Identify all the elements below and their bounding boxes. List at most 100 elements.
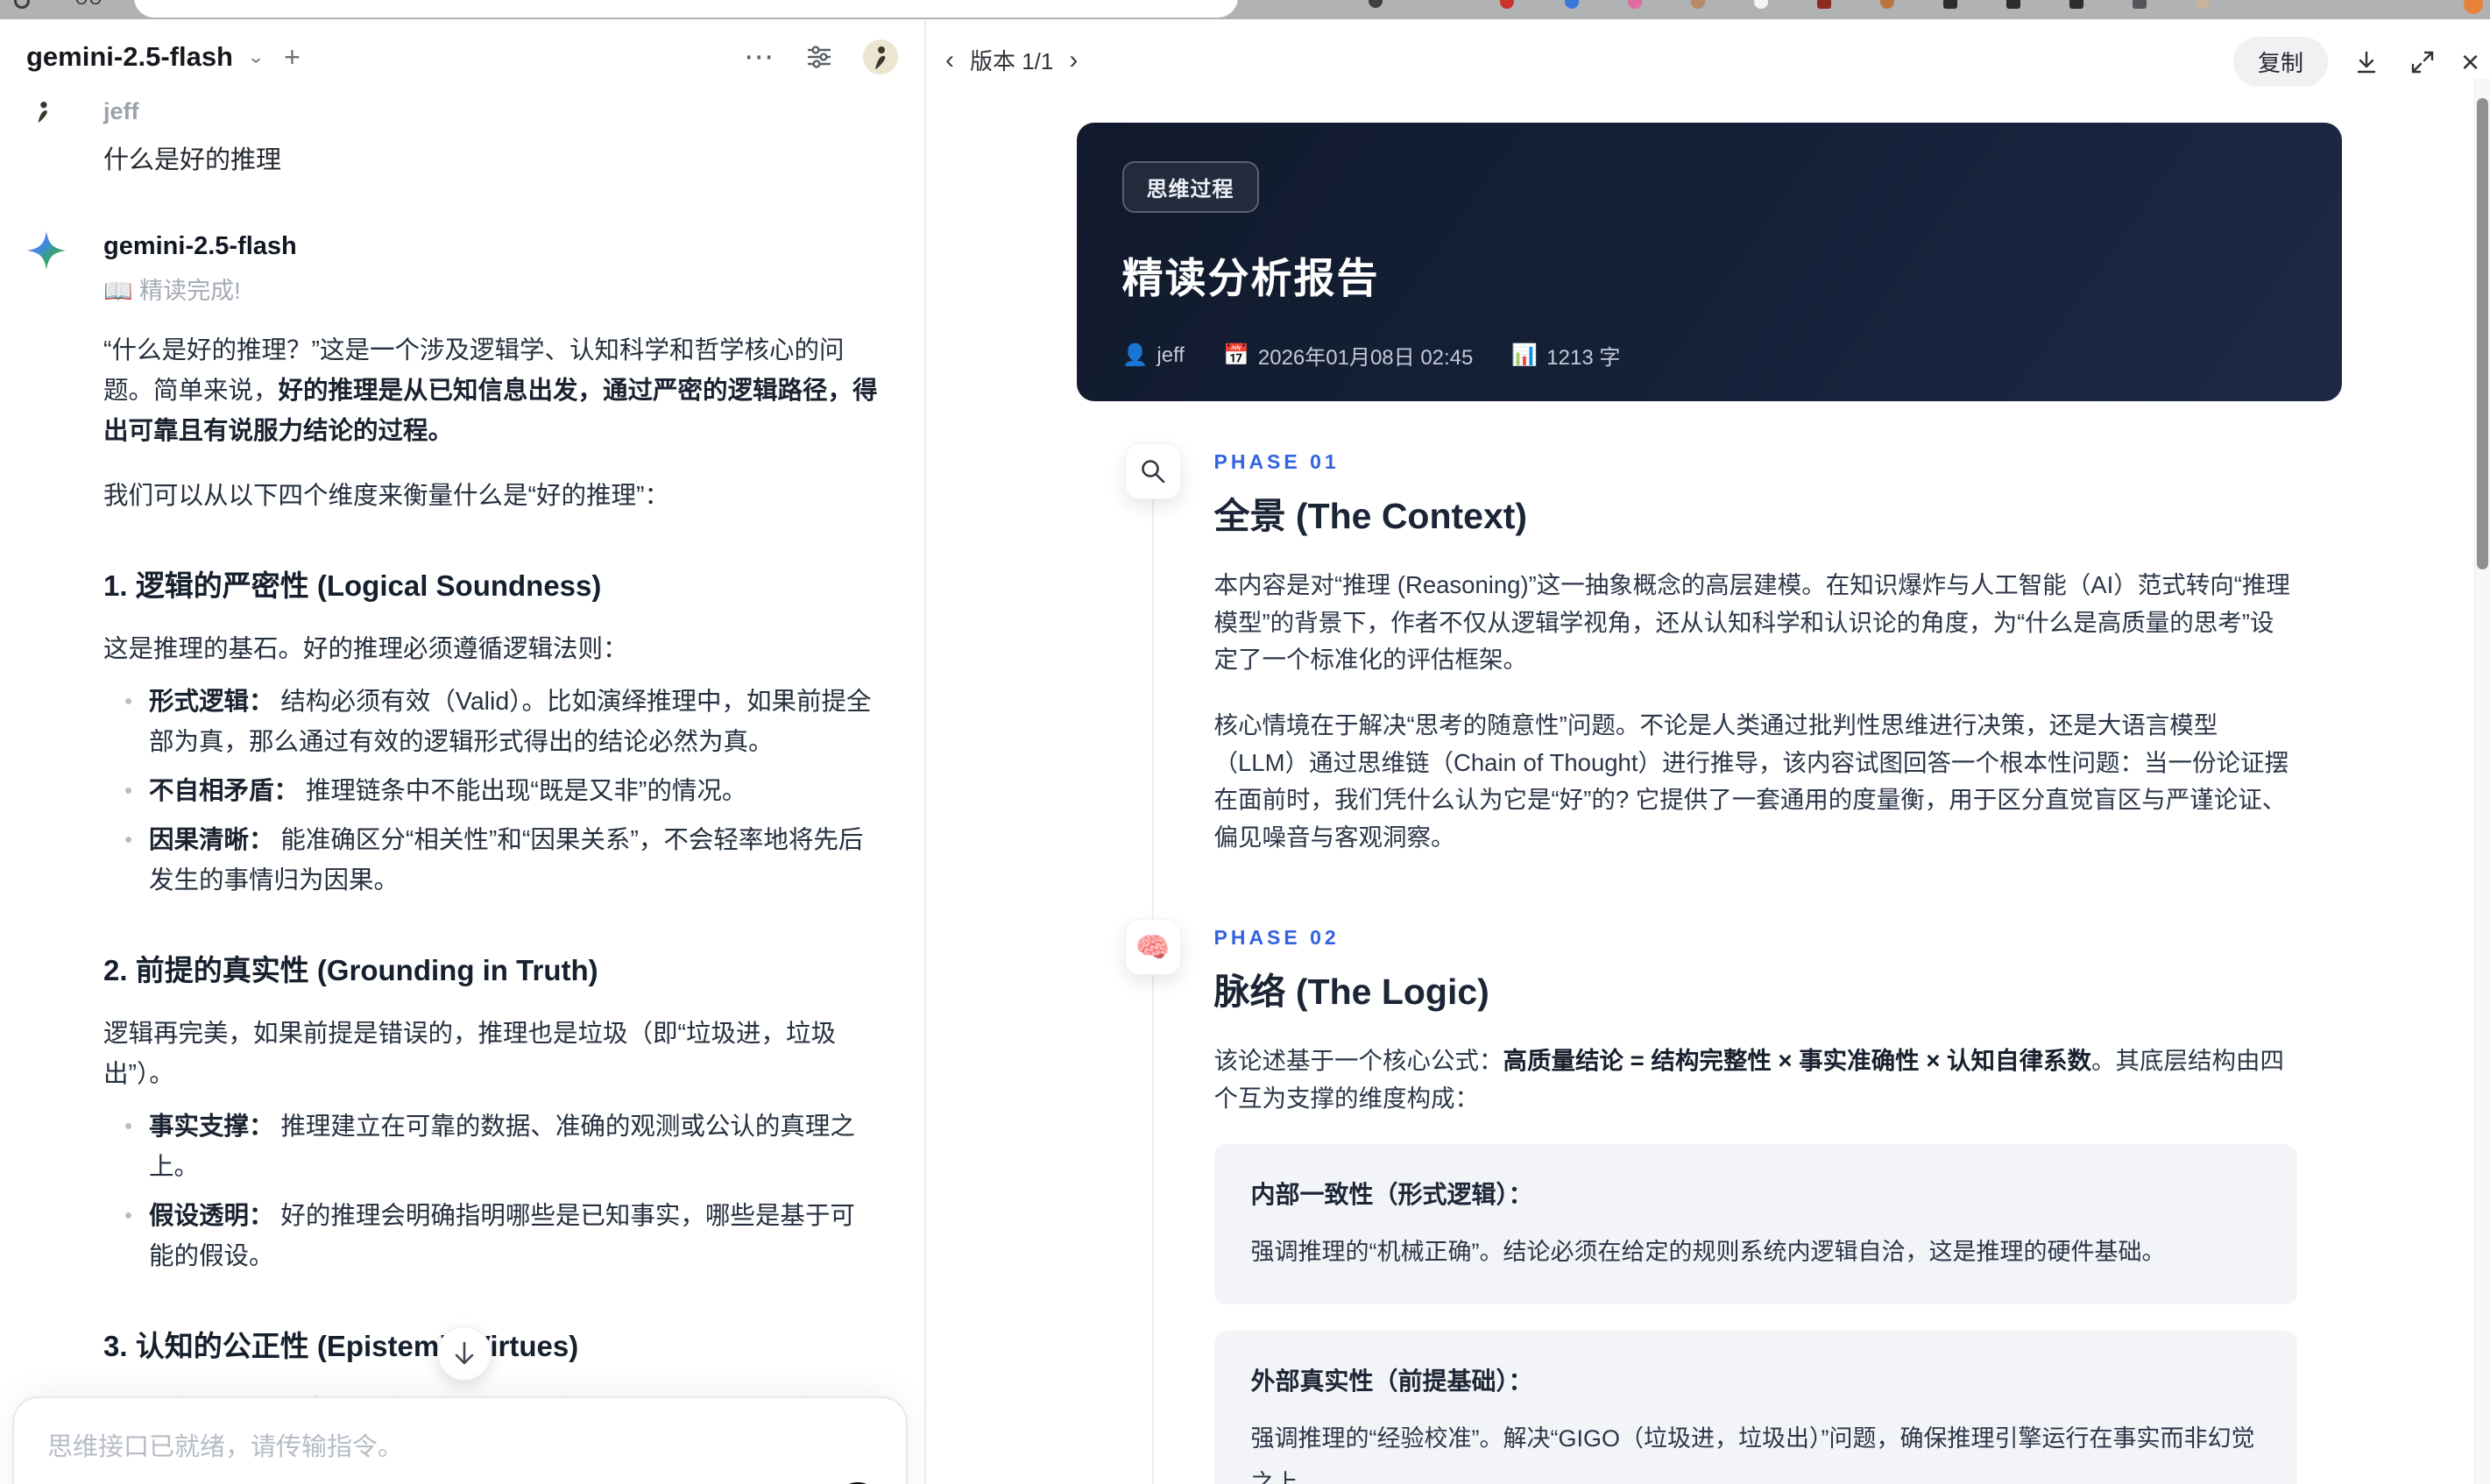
person-sketch-icon <box>875 46 886 69</box>
browser-toolbar: OO <box>0 0 2490 19</box>
extension-icon[interactable] <box>1754 0 1768 9</box>
browser-tabs-icon[interactable]: OO <box>75 0 102 7</box>
app-window: gemini-2.5-flash ⌄ + ⋯ jeff 什么是好的推理 gemi… <box>0 19 2490 1484</box>
list-item: 假设透明： 好的推理会明确指明哪些是已知事实，哪些是基于可能的假设。 <box>103 1196 878 1276</box>
user-avatar[interactable] <box>863 39 898 74</box>
gemini-star-icon <box>26 230 67 271</box>
assistant-message: gemini-2.5-flash 📖 精读完成! “什么是好的推理？”这是一个涉… <box>26 230 885 1484</box>
phase-section-context: PHASE 01 全景 (The Context) 本内容是对“推理 (Reas… <box>1077 443 2342 856</box>
extension-icon[interactable] <box>2069 0 2083 9</box>
gemini-icon <box>26 230 103 271</box>
extension-icon[interactable] <box>2006 0 2020 9</box>
chat-header: gemini-2.5-flash ⌄ + ⋯ <box>0 19 924 95</box>
list-item: 因果清晰： 能准确区分“相关性”和“因果关系”，不会轻率地将先后发生的事情归为因… <box>103 820 878 901</box>
more-menu-button[interactable]: ⋯ <box>744 42 775 72</box>
close-button[interactable]: × <box>2461 44 2479 81</box>
section-intro: 逻辑再完美，如果前提是错误的，推理也是垃圾（即“垃圾进，垃圾出”）。 <box>103 1019 836 1088</box>
scrollbar-thumb[interactable] <box>2477 98 2488 569</box>
copy-button[interactable]: 复制 <box>2232 37 2328 87</box>
dimension-card: 内部一致性（形式逻辑）： 强调推理的“机械正确”。结论必须在给定的规则系统内逻辑… <box>1213 1143 2297 1304</box>
extension-icon[interactable] <box>1500 0 1514 9</box>
download-icon <box>2357 51 2376 73</box>
phase-paragraph: 本内容是对“推理 (Reasoning)”这一抽象概念的高层建模。在知识爆炸与人… <box>1213 571 2290 674</box>
card-title: 内部一致性（形式逻辑）： <box>1250 1180 1533 1208</box>
assistant-paragraph: 我们可以从以下四个维度来衡量什么是“好的推理”： <box>103 482 669 511</box>
report-meta: 👤 jeff 📅 2026年01月08日 02:45 📊 1213 字 <box>1122 340 2296 371</box>
extension-icon[interactable] <box>1691 0 1705 9</box>
browser-nav-icon[interactable] <box>14 0 30 9</box>
phase-section-logic: 🧠 PHASE 02 脉络 (The Logic) 该论述基于一个核心公式：高质… <box>1077 919 2342 1484</box>
author-icon: 👤 <box>1121 343 1149 367</box>
next-version-button[interactable]: › <box>1065 46 1081 75</box>
extension-icon[interactable] <box>1943 0 1957 9</box>
report-word-count: 1213 字 <box>1546 346 1621 370</box>
phase-label: PHASE 02 <box>1213 926 1340 950</box>
extension-icon[interactable] <box>1565 0 1579 9</box>
report-badge: 思维过程 <box>1121 161 1259 213</box>
artifact-header: ‹ 版本 1/1 › 复制 × <box>928 19 2490 103</box>
card-title: 外部真实性（前提基础）： <box>1250 1367 1533 1395</box>
message-composer[interactable]: 思维接口已就绪，请传输指令。 <box>12 1396 908 1484</box>
browser-menu-icon[interactable] <box>2464 0 2483 14</box>
assistant-status: 📖 精读完成! <box>103 278 241 304</box>
word-count-icon: 📊 <box>1511 343 1539 367</box>
phase-icon-card: 🧠 <box>1124 919 1181 976</box>
expand-icon <box>2411 51 2434 73</box>
brain-icon: 🧠 <box>1135 931 1171 964</box>
phase-paragraph: 该论述基于一个核心公式：高质量结论 = 结构完整性 × 事实准确性 × 认知自律… <box>1213 1047 2285 1112</box>
bullet-list: 事实支撑： 推理建立在可靠的数据、准确的观测或公认的真理之上。 假设透明： 好的… <box>103 1106 878 1277</box>
phase-title: 全景 (The Context) <box>1213 496 1528 536</box>
user-message: jeff 什么是好的推理 <box>26 95 885 176</box>
browser-profile-avatar[interactable] <box>2196 0 2210 9</box>
chat-panel: gemini-2.5-flash ⌄ + ⋯ jeff 什么是好的推理 gemi… <box>0 19 926 1484</box>
arrow-down-icon <box>455 1341 474 1365</box>
section-intro: 这是推理的基石。好的推理必须遵循逻辑法则： <box>103 634 628 663</box>
version-label: 版本 1/1 <box>970 48 1054 74</box>
artifact-actions: 复制 × <box>2232 37 2479 87</box>
section-heading: 1. 逻辑的严密性 (Logical Soundness) <box>103 569 602 602</box>
message-text: 什么是好的推理 <box>103 146 282 174</box>
assistant-paragraph: “什么是好的推理？”这是一个涉及逻辑学、认知科学和哲学核心的问题。简单来说，好的… <box>103 336 878 446</box>
phase-label: PHASE 01 <box>1213 450 1340 473</box>
model-selector[interactable]: gemini-2.5-flash <box>26 41 233 73</box>
bullet-list: 形式逻辑： 结构必须有效（Valid）。比如演绎推理中，如果前提全部为真，那么通… <box>103 682 878 901</box>
phase-paragraph: 核心情境在于解决“思考的随意性”问题。不论是人类通过批判性思维进行决策，还是大语… <box>1213 710 2288 851</box>
report-phases: PHASE 01 全景 (The Context) 本内容是对“推理 (Reas… <box>1077 443 2342 1484</box>
extension-icon[interactable] <box>1817 0 1831 9</box>
artifact-panel: ‹ 版本 1/1 › 复制 × 思维过程 精读分析报告 👤 jeff 📅 202… <box>928 19 2490 1484</box>
extension-icon[interactable] <box>1880 0 1894 9</box>
download-button[interactable] <box>2349 45 2384 80</box>
previous-version-button[interactable]: ‹ <box>942 46 958 75</box>
message-author: jeff <box>103 98 139 124</box>
settings-sliders-button[interactable] <box>802 39 837 74</box>
phase-title: 脉络 (The Logic) <box>1213 972 1489 1013</box>
chevron-down-icon[interactable]: ⌄ <box>247 46 265 67</box>
phase-icon-card <box>1124 443 1181 499</box>
book-icon: 📖 <box>103 278 133 304</box>
list-item: 不自相矛盾： 推理链条中不能出现“既是又非”的情况。 <box>103 771 878 811</box>
report-title: 精读分析报告 <box>1121 255 1380 301</box>
address-bar[interactable] <box>134 0 1238 18</box>
list-item: 形式逻辑： 结构必须有效（Valid）。比如演绎推理中，如果前提全部为真，那么通… <box>103 682 878 762</box>
report-hero-card: 思维过程 精读分析报告 👤 jeff 📅 2026年01月08日 02:45 📊 12… <box>1076 123 2342 401</box>
scroll-to-bottom-button[interactable] <box>437 1326 492 1381</box>
expand-button[interactable] <box>2405 45 2440 80</box>
section-heading: 2. 前提的真实性 (Grounding in Truth) <box>103 953 598 986</box>
card-body: 强调推理的“机械正确”。结论必须在给定的规则系统内逻辑自洽，这是推理的硬件基础。 <box>1250 1238 2166 1265</box>
extension-icon[interactable] <box>1628 0 1642 9</box>
sliders-icon <box>807 46 831 68</box>
new-topic-button[interactable]: + <box>284 41 301 74</box>
scrollbar-track[interactable] <box>2474 79 2490 1484</box>
extension-icon[interactable] <box>2133 0 2147 9</box>
list-item: 事实支撑： 推理建立在可靠的数据、准确的观测或公认的真理之上。 <box>103 1106 878 1187</box>
composer-placeholder: 思维接口已就绪，请传输指令。 <box>47 1433 404 1461</box>
report-date: 2026年01月08日 02:45 <box>1257 346 1474 370</box>
magnifier-icon <box>1141 460 1164 484</box>
calendar-icon: 📅 <box>1222 343 1249 367</box>
version-navigation: ‹ 版本 1/1 › <box>942 44 1081 76</box>
card-body: 强调推理的“经验校准”。解决“GIGO（垃圾进，垃圾出）”问题，确保推理引擎运行… <box>1250 1424 2255 1484</box>
extension-icon[interactable] <box>1369 0 1383 8</box>
dimension-card: 外部真实性（前提基础）： 强调推理的“经验校准”。解决“GIGO（垃圾进，垃圾出… <box>1213 1330 2297 1484</box>
report-author: jeff <box>1157 343 1185 367</box>
message-list: jeff 什么是好的推理 gemini-2.5-flash 📖 精读完成! “什… <box>26 95 885 1484</box>
